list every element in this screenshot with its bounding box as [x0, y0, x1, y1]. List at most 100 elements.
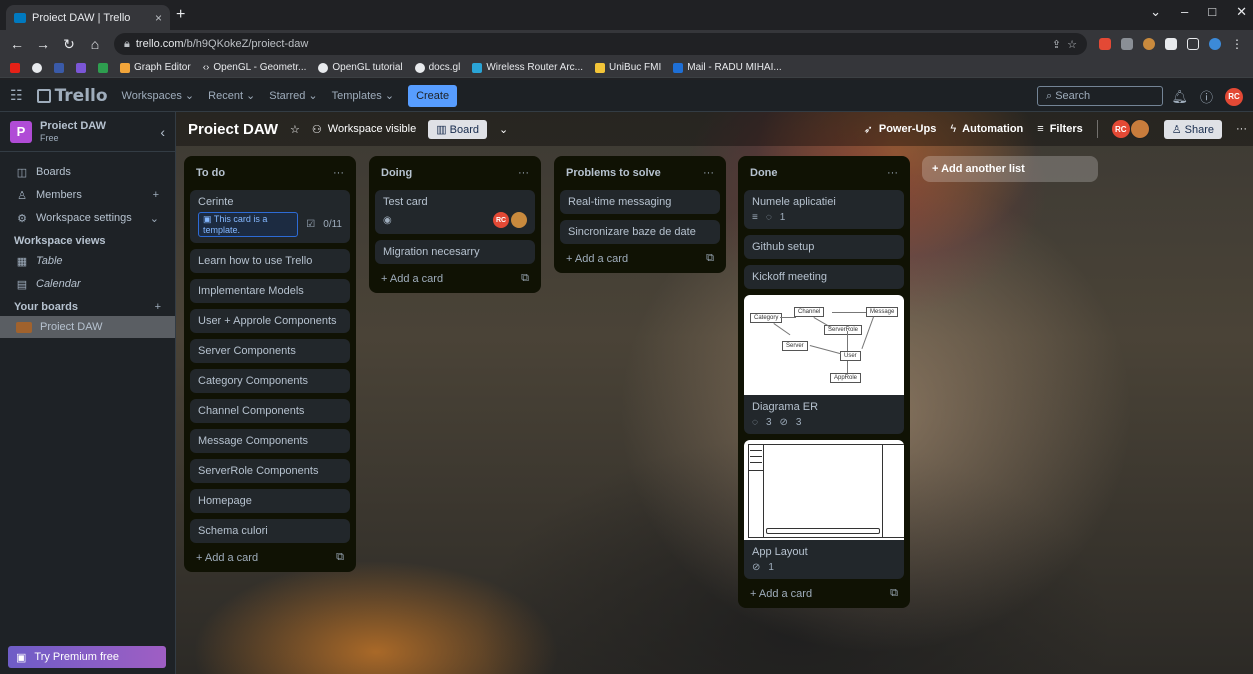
card[interactable]: Implementare Models: [190, 279, 350, 303]
list-menu-icon[interactable]: ···: [333, 167, 344, 179]
add-board-icon[interactable]: +: [155, 301, 161, 313]
back-icon[interactable]: ←: [10, 36, 24, 52]
card[interactable]: Github setup: [744, 235, 904, 259]
app-switcher-icon[interactable]: ☷: [10, 87, 23, 104]
card-template-icon[interactable]: ⧉: [336, 551, 344, 564]
create-button[interactable]: Create: [408, 84, 458, 107]
sidepanel-icon[interactable]: [1187, 38, 1199, 50]
home-icon[interactable]: ⌂: [88, 36, 102, 52]
add-card-button[interactable]: + Add a card ⧉: [744, 579, 904, 600]
sidebar-item-members[interactable]: ♙ Members +: [0, 184, 175, 206]
bookmark-mail[interactable]: Mail - RADU MIHAI...: [673, 62, 782, 73]
list-menu-icon[interactable]: ···: [887, 167, 898, 179]
tab-close-icon[interactable]: ×: [155, 11, 162, 25]
try-premium-button[interactable]: ▣ Try Premium free: [8, 646, 166, 668]
share-button[interactable]: ♙ Share: [1163, 119, 1222, 139]
card-test-card[interactable]: Test card ◉ RC: [375, 190, 535, 234]
board-view-button[interactable]: ▥ Board: [428, 119, 488, 139]
filters-button[interactable]: ≡ Filters: [1037, 123, 1082, 135]
collapse-sidebar-icon[interactable]: ‹: [160, 124, 165, 140]
list-title[interactable]: To do: [196, 167, 225, 179]
notifications-icon[interactable]: 🔔︎: [1171, 89, 1188, 105]
card-template-icon[interactable]: ⧉: [890, 587, 898, 600]
card[interactable]: Learn how to use Trello: [190, 249, 350, 273]
cookie-extension-icon[interactable]: [1143, 38, 1155, 50]
close-window-icon[interactable]: ✕: [1236, 4, 1247, 20]
add-another-list-button[interactable]: + Add another list: [922, 156, 1098, 182]
puzzle-extensions-icon[interactable]: [1165, 38, 1177, 50]
sidebar-board-proiect-daw[interactable]: Proiect DAW: [0, 316, 175, 338]
sidebar-item-table[interactable]: ▦ Table: [0, 250, 175, 272]
board-menu-icon[interactable]: ···: [1236, 123, 1247, 135]
board-title[interactable]: Proiect DAW: [184, 121, 278, 138]
card-diagrama-er[interactable]: Category Channel Message ServerRole Serv…: [744, 295, 904, 434]
bookmark-docs-gl[interactable]: docs.gl: [414, 62, 460, 73]
sidebar-item-boards[interactable]: ◫ Boards: [0, 161, 175, 183]
list-menu-icon[interactable]: ···: [703, 167, 714, 179]
bookmark-graph-editor[interactable]: Graph Editor: [120, 62, 191, 73]
workspaces-menu[interactable]: Workspaces ⌄: [122, 89, 195, 102]
tab-search-icon[interactable]: ⌄: [1150, 4, 1161, 20]
board-members[interactable]: RC: [1111, 119, 1150, 139]
bookmark-tree[interactable]: [98, 62, 108, 73]
browser-menu-icon[interactable]: ⋮: [1231, 37, 1243, 51]
list-menu-icon[interactable]: ···: [518, 167, 529, 179]
sidebar-item-calendar[interactable]: ▤ Calendar: [0, 273, 175, 295]
card[interactable]: Message Components: [190, 429, 350, 453]
list-title[interactable]: Done: [750, 167, 778, 179]
bookmark-opengl-geometry[interactable]: ‹› OpenGL - Geometr...: [203, 62, 307, 73]
list-title[interactable]: Doing: [381, 167, 412, 179]
views-dropdown-icon[interactable]: ⌄: [499, 123, 508, 136]
new-tab-button[interactable]: +: [176, 6, 185, 24]
share-page-icon[interactable]: ⇪: [1052, 38, 1061, 51]
add-card-button[interactable]: + Add a card ⧉: [375, 264, 535, 285]
card[interactable]: Server Components: [190, 339, 350, 363]
card[interactable]: Kickoff meeting: [744, 265, 904, 289]
card[interactable]: Migration necesarry: [375, 240, 535, 264]
card[interactable]: Channel Components: [190, 399, 350, 423]
reload-icon[interactable]: ↻: [62, 36, 76, 53]
bookmark-n[interactable]: [54, 62, 64, 73]
sidebar-item-workspace-settings[interactable]: ⚙ Workspace settings ⌄: [0, 207, 175, 229]
help-icon[interactable]: ⓘ: [1200, 87, 1213, 106]
card-numele-aplicatiei[interactable]: Numele aplicatiei ≡ ◌ 1: [744, 190, 904, 229]
star-board-icon[interactable]: ☆: [290, 123, 300, 136]
forward-icon[interactable]: →: [36, 36, 50, 52]
bookmark-youtube[interactable]: [10, 62, 20, 73]
browser-tab[interactable]: Proiect DAW | Trello ×: [6, 5, 170, 30]
visibility-button[interactable]: ⚇ Workspace visible: [312, 123, 416, 136]
card[interactable]: Sincronizare baze de date: [560, 220, 720, 244]
starred-menu[interactable]: Starred ⌄: [269, 89, 317, 102]
profile-icon[interactable]: [1209, 38, 1221, 50]
url-field[interactable]: 🔒︎ trello.com/b/h9QKokeZ/proiect-daw ⇪ ☆: [114, 33, 1087, 55]
automation-button[interactable]: ϟ Automation: [950, 123, 1023, 135]
card-template-icon[interactable]: ⧉: [521, 272, 529, 285]
card[interactable]: Homepage: [190, 489, 350, 513]
adblock-extension-icon[interactable]: [1099, 38, 1111, 50]
power-ups-button[interactable]: ➶ Power-Ups: [864, 123, 937, 136]
card-cerinte[interactable]: Cerinte ▣ This card is a template. ☑ 0/11: [190, 190, 350, 243]
add-card-button[interactable]: + Add a card ⧉: [560, 244, 720, 265]
recent-menu[interactable]: Recent ⌄: [208, 89, 255, 102]
card-template-icon[interactable]: ⧉: [706, 252, 714, 265]
card[interactable]: User + Approle Components: [190, 309, 350, 333]
add-member-icon[interactable]: +: [153, 189, 159, 201]
card[interactable]: ServerRole Components: [190, 459, 350, 483]
card[interactable]: Category Components: [190, 369, 350, 393]
add-card-button[interactable]: + Add a card ⧉: [190, 543, 350, 564]
card-app-layout[interactable]: App Layout ⊘ 1: [744, 440, 904, 579]
minimize-icon[interactable]: –: [1181, 4, 1188, 20]
bookmark-router[interactable]: Wireless Router Arc...: [472, 62, 583, 73]
extension-icon[interactable]: [1121, 38, 1133, 50]
bookmark-p[interactable]: [76, 62, 86, 73]
card[interactable]: Schema culori: [190, 519, 350, 543]
search-input[interactable]: ⌕ Search: [1037, 86, 1163, 106]
user-avatar[interactable]: RC: [1225, 87, 1243, 106]
bookmark-unibuc[interactable]: UniBuc FMI: [595, 62, 661, 73]
trello-logo[interactable]: Trello: [36, 86, 108, 106]
bookmark-google[interactable]: [32, 62, 42, 73]
bookmark-opengl-tutorial[interactable]: OpenGL tutorial: [318, 62, 403, 73]
maximize-icon[interactable]: □: [1208, 4, 1216, 20]
bookmark-star-icon[interactable]: ☆: [1067, 38, 1077, 51]
list-title[interactable]: Problems to solve: [566, 167, 661, 179]
